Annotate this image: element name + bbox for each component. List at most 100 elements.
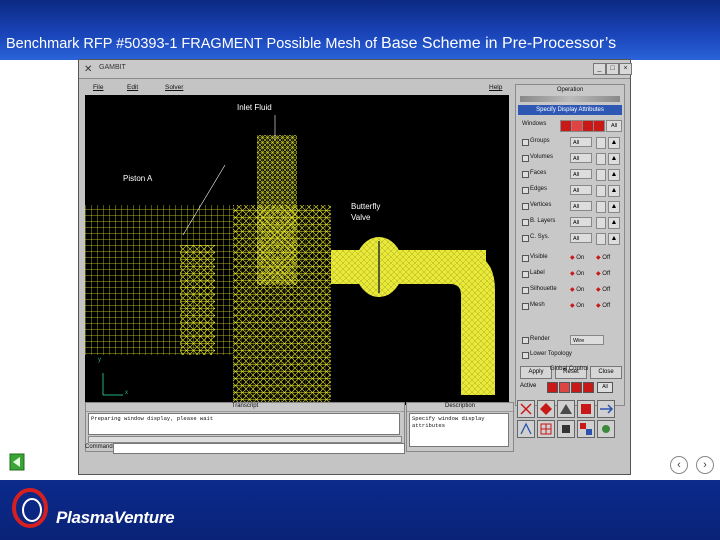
zoom-in-icon[interactable]	[517, 420, 535, 438]
entity-checkbox[interactable]	[522, 235, 529, 242]
entity-option[interactable]: All	[570, 153, 592, 163]
lower-topology-checkbox[interactable]	[522, 352, 529, 359]
menu-file[interactable]: File	[93, 84, 103, 91]
menu-help[interactable]: Help	[489, 84, 502, 91]
close-button[interactable]: ×	[619, 63, 632, 75]
minimize-button[interactable]: _	[593, 63, 606, 75]
off-radio[interactable]: ◆ Off	[596, 286, 610, 293]
entity-dropdown-icon[interactable]	[596, 137, 606, 149]
shade-icon[interactable]	[557, 400, 575, 418]
entity-color-icon[interactable]: ▲	[608, 233, 620, 245]
entity-color-icon[interactable]: ▲	[608, 137, 620, 149]
box-icon[interactable]	[557, 420, 575, 438]
windows-all-button[interactable]: All	[606, 120, 622, 132]
entity-label: C. Sys.	[530, 234, 550, 240]
off-radio[interactable]: ◆ Off	[596, 270, 610, 277]
entity-dropdown-icon[interactable]	[596, 185, 606, 197]
entity-checkbox[interactable]	[522, 155, 529, 162]
entity-label: B. Layers	[530, 218, 556, 224]
entity-dropdown-icon[interactable]	[596, 169, 606, 181]
command-input[interactable]	[113, 443, 405, 454]
plasma-logo-icon	[12, 488, 48, 528]
on-label: On	[576, 303, 585, 309]
prev-slide-icon[interactable]: ‹	[670, 456, 688, 474]
active-window-1[interactable]	[547, 382, 558, 393]
transcript-scrollbar[interactable]	[88, 436, 402, 443]
toggle-checkbox[interactable]	[522, 303, 529, 310]
brand-logo: PlasmaVenture	[56, 508, 175, 527]
entity-option[interactable]: All	[570, 185, 592, 195]
active-window-2[interactable]	[559, 382, 570, 393]
zoom-in-icon-glyph	[520, 422, 532, 435]
maximize-button[interactable]: □	[606, 63, 619, 75]
on-radio[interactable]: ◆ On	[570, 286, 584, 293]
toggle-checkbox[interactable]	[522, 287, 529, 294]
entity-dropdown-icon[interactable]	[596, 153, 606, 165]
off-label: Off	[602, 303, 611, 309]
view-icon[interactable]	[597, 420, 615, 438]
chamber-mesh-overlay	[233, 205, 331, 405]
entity-dropdown-icon[interactable]	[596, 201, 606, 213]
render-icon[interactable]	[577, 400, 595, 418]
on-radio[interactable]: ◆ On	[570, 270, 584, 277]
active-all-button[interactable]: All	[597, 382, 613, 393]
menu-edit[interactable]: Edit	[127, 84, 138, 91]
entity-option[interactable]: All	[570, 201, 592, 211]
entity-checkbox[interactable]	[522, 187, 529, 194]
render-select[interactable]: Wire	[570, 335, 604, 345]
orient-icon[interactable]	[597, 400, 615, 418]
entity-option[interactable]: All	[570, 137, 592, 147]
toggle-label: Mesh	[530, 302, 545, 308]
grid-icon[interactable]	[537, 420, 555, 438]
active-window-4[interactable]	[583, 382, 594, 393]
command-label: Command:	[85, 444, 115, 450]
toggle-row: Label ◆ On ◆ Off	[518, 267, 622, 281]
entity-checkbox[interactable]	[522, 171, 529, 178]
transcript-title: Transcript	[86, 403, 404, 412]
entity-color-icon[interactable]: ▲	[608, 185, 620, 197]
next-slide-icon[interactable]: ›	[696, 456, 714, 474]
entity-option[interactable]: All	[570, 169, 592, 179]
entity-dropdown-icon[interactable]	[596, 233, 606, 245]
entity-checkbox[interactable]	[522, 219, 529, 226]
entity-color-icon[interactable]: ▲	[608, 169, 620, 181]
entity-dropdown-icon[interactable]	[596, 217, 606, 229]
render-label: Render	[530, 336, 550, 342]
on-radio[interactable]: ◆ On	[570, 302, 584, 309]
entity-checkbox[interactable]	[522, 203, 529, 210]
render-icon-glyph	[581, 404, 591, 414]
graphics-canvas[interactable]: Inlet Fluid Piston A Butterfly Valve y x	[85, 95, 509, 405]
off-radio[interactable]: ◆ Off	[596, 254, 610, 261]
toggle-checkbox[interactable]	[522, 255, 529, 262]
entity-color-icon[interactable]: ▲	[608, 217, 620, 229]
active-window-3[interactable]	[571, 382, 582, 393]
piston-rod-mesh	[180, 245, 215, 355]
entity-label: Edges	[530, 186, 548, 192]
on-label: On	[576, 271, 585, 277]
slide-return-arrow-icon[interactable]	[8, 452, 26, 472]
entity-row: Volumes All ▲	[518, 151, 622, 165]
entity-color-icon[interactable]: ▲	[608, 153, 620, 165]
fit-icon[interactable]	[517, 400, 535, 418]
entity-row: B. Layers All ▲	[518, 215, 622, 229]
on-radio[interactable]: ◆ On	[570, 254, 584, 261]
colors-icon[interactable]	[577, 420, 595, 438]
window-select-4[interactable]	[593, 120, 605, 132]
entity-option[interactable]: All	[570, 217, 592, 227]
box-icon-glyph	[562, 425, 570, 433]
menu-solver[interactable]: Solver	[165, 84, 183, 91]
transcript-text[interactable]: Preparing window display, please wait	[88, 413, 400, 435]
render-checkbox[interactable]	[522, 337, 529, 344]
global-control: Global Control Active All	[515, 362, 623, 402]
description-text: Specify window display attributes	[409, 413, 509, 447]
label-piston-a: Piston A	[123, 174, 153, 183]
select-icon[interactable]	[537, 400, 555, 418]
window-title: GAMBIT	[99, 64, 126, 71]
off-radio[interactable]: ◆ Off	[596, 302, 610, 309]
window-title-bar: ✕ GAMBIT _ □ ×	[79, 60, 632, 79]
toggle-label: Silhouette	[530, 286, 557, 292]
entity-color-icon[interactable]: ▲	[608, 201, 620, 213]
entity-option[interactable]: All	[570, 233, 592, 243]
toggle-checkbox[interactable]	[522, 271, 529, 278]
entity-checkbox[interactable]	[522, 139, 529, 146]
